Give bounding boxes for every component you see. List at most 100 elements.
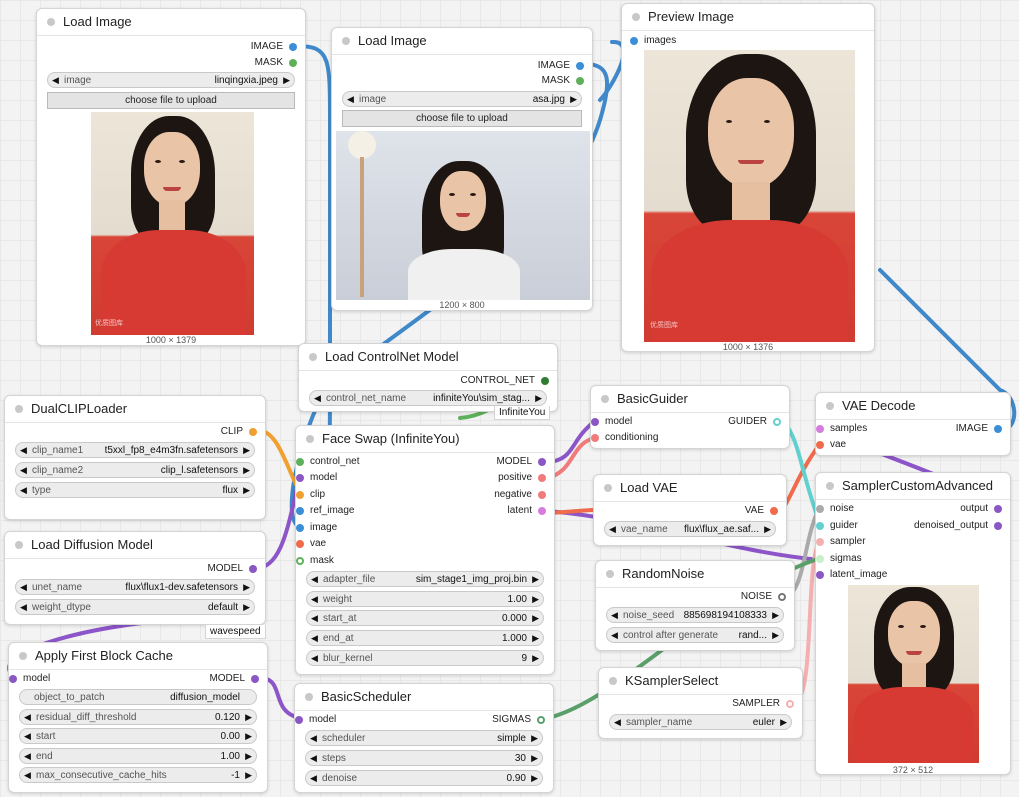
input-guider[interactable]: guider: [816, 518, 858, 534]
apply-first-block-cache-node[interactable]: Apply First Block Cache model MODEL obje…: [8, 642, 268, 793]
arrow-right-icon: ▶: [532, 653, 539, 663]
node-status-icon[interactable]: [609, 677, 617, 685]
load-image-node-1[interactable]: Load Image IMAGE MASK ◀ image linqingxia.j…: [36, 8, 306, 346]
weight-stepper[interactable]: ◀ weight 1.00 ▶: [306, 591, 544, 607]
node-status-icon[interactable]: [342, 37, 350, 45]
node-status-icon[interactable]: [305, 693, 313, 701]
end-at-stepper[interactable]: ◀ end_at 1.000 ▶: [306, 630, 544, 646]
input-ref-image[interactable]: ref_image: [296, 503, 354, 519]
load-controlnet-node[interactable]: Load ControlNet Model CONTROL_NET ◀ contr…: [298, 343, 558, 412]
end-stepper[interactable]: ◀ end 1.00 ▶: [19, 748, 257, 764]
input-sampler[interactable]: sampler: [816, 534, 866, 550]
scheduler-combo[interactable]: ◀ scheduler simple ▶: [305, 730, 543, 746]
output-image[interactable]: IMAGE: [956, 421, 1002, 437]
output-latent[interactable]: latent: [508, 503, 546, 519]
node-status-icon[interactable]: [601, 395, 609, 403]
clip-name2-combo[interactable]: ◀ clip_name2 clip_l.safetensors ▶: [15, 462, 255, 478]
node-status-icon[interactable]: [15, 405, 23, 413]
dualcliploader-node[interactable]: DualCLIPLoader CLIP ◀ clip_name1 t5xxl_fp8…: [4, 395, 266, 520]
ksampler-select-node[interactable]: KSamplerSelect SAMPLER ◀ sampler_name eule…: [598, 667, 803, 739]
input-model[interactable]: model: [9, 671, 50, 687]
noise-seed-stepper[interactable]: ◀ noise_seed 885698194108333 ▶: [606, 607, 784, 623]
output-model[interactable]: MODEL: [207, 561, 257, 577]
output-model[interactable]: MODEL: [496, 454, 546, 470]
input-sigmas[interactable]: sigmas: [816, 551, 862, 567]
input-image[interactable]: image: [296, 520, 337, 536]
output-image[interactable]: IMAGE: [538, 58, 584, 74]
output-model[interactable]: MODEL: [209, 671, 259, 687]
clip-name1-combo[interactable]: ◀ clip_name1 t5xxl_fp8_e4m3fn.safetensors ▶: [15, 442, 255, 458]
input-noise[interactable]: noise: [816, 501, 854, 517]
input-model[interactable]: model: [295, 712, 336, 728]
node-status-icon[interactable]: [15, 541, 23, 549]
residual-diff-threshold-stepper[interactable]: ◀ residual_diff_threshold 0.120 ▶: [19, 709, 257, 725]
input-mask[interactable]: mask: [296, 553, 334, 569]
type-combo[interactable]: ◀ type flux ▶: [15, 482, 255, 498]
node-status-icon[interactable]: [632, 13, 640, 21]
input-clip[interactable]: clip: [296, 487, 325, 503]
node-status-icon[interactable]: [604, 484, 612, 492]
sampler-name-combo[interactable]: ◀ sampler_name euler ▶: [609, 714, 792, 730]
preview-image-node[interactable]: Preview Image images 优质图库 1000 × 1376: [621, 3, 875, 352]
output-control-net[interactable]: CONTROL_NET: [461, 373, 549, 389]
output-guider[interactable]: GUIDER: [728, 414, 781, 430]
output-negative[interactable]: negative: [494, 487, 546, 503]
input-images[interactable]: images: [630, 33, 676, 49]
image-combo[interactable]: ◀ image linqingxia.jpeg ▶: [47, 72, 295, 88]
input-vae[interactable]: vae: [296, 536, 326, 552]
model-socket-icon: [249, 565, 257, 573]
output-noise[interactable]: NOISE: [741, 589, 786, 605]
vae-decode-node[interactable]: VAE Decode samples vae IMAGE: [815, 392, 1011, 456]
input-model[interactable]: model: [296, 470, 337, 486]
arrow-right-icon: ▶: [532, 574, 539, 584]
node-status-icon[interactable]: [826, 402, 834, 410]
control-net-name-combo[interactable]: ◀ control_net_name infiniteYou\sim_stag...…: [309, 390, 547, 406]
output-mask[interactable]: MASK: [542, 73, 584, 89]
image-combo[interactable]: ◀ image asa.jpg ▶: [342, 91, 582, 107]
upload-button[interactable]: choose file to upload: [47, 92, 295, 109]
start-stepper[interactable]: ◀ start 0.00 ▶: [19, 728, 257, 744]
output-output[interactable]: output: [960, 501, 1002, 517]
node-status-icon[interactable]: [19, 652, 27, 660]
vae-name-combo[interactable]: ◀ vae_name flux\flux_ae.saf... ▶: [604, 521, 776, 537]
node-status-icon[interactable]: [47, 18, 55, 26]
blur-kernel-stepper[interactable]: ◀ blur_kernel 9 ▶: [306, 650, 544, 666]
output-denoised[interactable]: denoised_output: [914, 518, 1002, 534]
upload-button[interactable]: choose file to upload: [342, 110, 582, 127]
random-noise-node[interactable]: RandomNoise NOISE ◀ noise_seed 88569819410…: [595, 560, 795, 651]
basic-scheduler-node[interactable]: BasicScheduler model SIGMAS ◀ scheduler si…: [294, 683, 554, 793]
input-samples[interactable]: samples: [816, 421, 867, 437]
weight-dtype-combo[interactable]: ◀ weight_dtype default ▶: [15, 599, 255, 615]
load-vae-node[interactable]: Load VAE VAE ◀ vae_name flux\flux_ae.saf..…: [593, 474, 787, 546]
adapter-file-combo[interactable]: ◀ adapter_file sim_stage1_img_proj.bin ▶: [306, 571, 544, 587]
latent-socket-icon: [538, 507, 546, 515]
output-positive[interactable]: positive: [498, 470, 546, 486]
object-to-patch-field[interactable]: object_to_patch diffusion_model: [19, 689, 257, 705]
output-image[interactable]: IMAGE: [251, 39, 297, 55]
max-consecutive-cache-hits-stepper[interactable]: ◀ max_consecutive_cache_hits -1 ▶: [19, 767, 257, 783]
control-after-generate-combo[interactable]: ◀ control after generate rand... ▶: [606, 627, 784, 643]
face-swap-node[interactable]: Face Swap (InfiniteYou) control_net mode…: [295, 425, 555, 675]
unet-name-combo[interactable]: ◀ unet_name flux\flux1-dev.safetensors ▶: [15, 579, 255, 595]
basic-guider-node[interactable]: BasicGuider model conditioning GUIDER: [590, 385, 790, 449]
node-status-icon[interactable]: [606, 570, 614, 578]
output-sampler[interactable]: SAMPLER: [732, 696, 794, 712]
output-vae[interactable]: VAE: [745, 503, 778, 519]
load-image-node-2[interactable]: Load Image IMAGE MASK ◀ image asa.jpg ▶ cho…: [331, 27, 593, 311]
input-vae[interactable]: vae: [816, 437, 846, 453]
input-control-net[interactable]: control_net: [296, 454, 359, 470]
input-latent-image[interactable]: latent_image: [816, 567, 887, 583]
node-status-icon[interactable]: [309, 353, 317, 361]
node-status-icon[interactable]: [306, 435, 314, 443]
input-conditioning[interactable]: conditioning: [591, 430, 658, 446]
steps-stepper[interactable]: ◀ steps 30 ▶: [305, 750, 543, 766]
denoise-stepper[interactable]: ◀ denoise 0.90 ▶: [305, 770, 543, 786]
sampler-custom-advanced-node[interactable]: SamplerCustomAdvanced noise guider sampl…: [815, 472, 1011, 775]
start-at-stepper[interactable]: ◀ start_at 0.000 ▶: [306, 610, 544, 626]
output-sigmas[interactable]: SIGMAS: [492, 712, 545, 728]
output-clip[interactable]: CLIP: [221, 424, 257, 440]
input-model[interactable]: model: [591, 414, 632, 430]
output-mask[interactable]: MASK: [255, 55, 297, 71]
load-diffusion-model-node[interactable]: Load Diffusion Model MODEL ◀ unet_name flu…: [4, 531, 266, 625]
node-status-icon[interactable]: [826, 482, 834, 490]
